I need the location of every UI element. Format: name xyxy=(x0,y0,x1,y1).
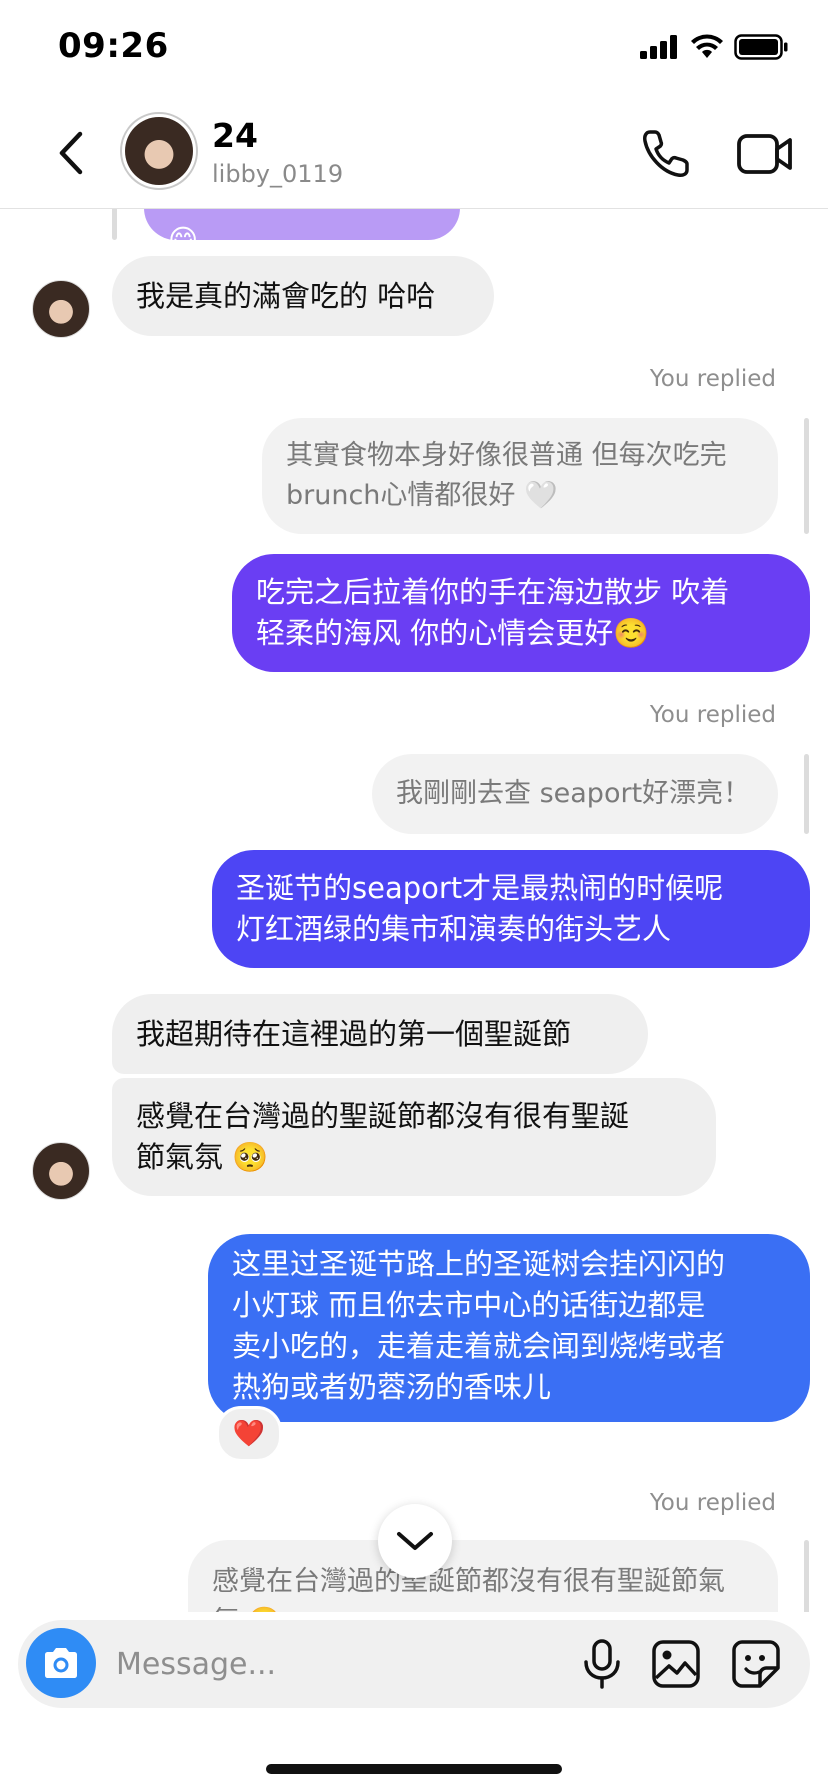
contact-name[interactable]: 24 xyxy=(212,116,258,155)
signal-icon xyxy=(640,35,677,59)
reply-line xyxy=(804,1540,809,1620)
status-icons xyxy=(640,34,788,60)
incoming-message[interactable]: 感覺在台灣過的聖誕節都沒有很有聖誕 節氣氛 🥺 xyxy=(112,1078,716,1196)
incoming-message[interactable]: 我是真的滿會吃的 哈哈 xyxy=(112,256,494,336)
camera-button[interactable] xyxy=(26,1628,96,1698)
sender-avatar[interactable] xyxy=(32,1142,90,1200)
home-indicator[interactable] xyxy=(266,1764,562,1774)
gallery-icon[interactable] xyxy=(650,1638,702,1690)
sender-avatar[interactable] xyxy=(32,280,90,338)
quoted-message[interactable]: 其實食物本身好像很普通 但每次吃完 brunch心情都很好 🤍 xyxy=(262,418,778,534)
microphone-icon[interactable] xyxy=(578,1638,626,1690)
scroll-down-button[interactable] xyxy=(378,1504,452,1578)
message-input[interactable] xyxy=(114,1638,498,1690)
quoted-message[interactable]: 我剛剛去查 seaport好漂亮！ xyxy=(372,754,778,834)
reply-line xyxy=(804,754,809,834)
outgoing-message[interactable]: 吃完之后拉着你的手在海边散步 吹着 轻柔的海风 你的心情会更好☺️ xyxy=(232,554,810,672)
heart-reaction[interactable]: ❤️ xyxy=(216,1406,282,1462)
video-icon[interactable] xyxy=(736,128,794,180)
message-composer xyxy=(18,1620,810,1708)
status-time: 09:26 xyxy=(58,26,169,66)
you-replied-label: You replied xyxy=(649,702,776,728)
outgoing-message[interactable]: 这里过圣诞节路上的圣诞树会挂闪闪的 小灯球 而且你去市中心的话街边都是 卖小吃的… xyxy=(208,1234,810,1422)
contact-username[interactable]: libby_0119 xyxy=(212,160,343,188)
incoming-message[interactable]: 我超期待在這裡過的第一個聖誕節 xyxy=(112,994,648,1074)
chat-header: 24 libby_0119 xyxy=(0,100,828,209)
phone-icon[interactable] xyxy=(640,128,692,180)
reply-line xyxy=(804,418,809,534)
you-replied-label: You replied xyxy=(649,366,776,392)
back-icon[interactable] xyxy=(50,128,94,178)
sticker-icon[interactable] xyxy=(730,1638,782,1690)
camera-icon xyxy=(45,1648,77,1678)
wifi-icon xyxy=(691,34,723,58)
you-replied-label: You replied xyxy=(649,1490,776,1516)
heart-icon: ❤️ xyxy=(232,1419,266,1449)
outgoing-message[interactable]: 圣诞节的seaport才是最热闹的时候呢 灯红酒绿的集市和演奏的街头艺人 xyxy=(212,850,810,968)
chevron-down-icon xyxy=(397,1532,433,1550)
avatar[interactable] xyxy=(120,112,198,190)
battery-icon xyxy=(734,34,788,60)
